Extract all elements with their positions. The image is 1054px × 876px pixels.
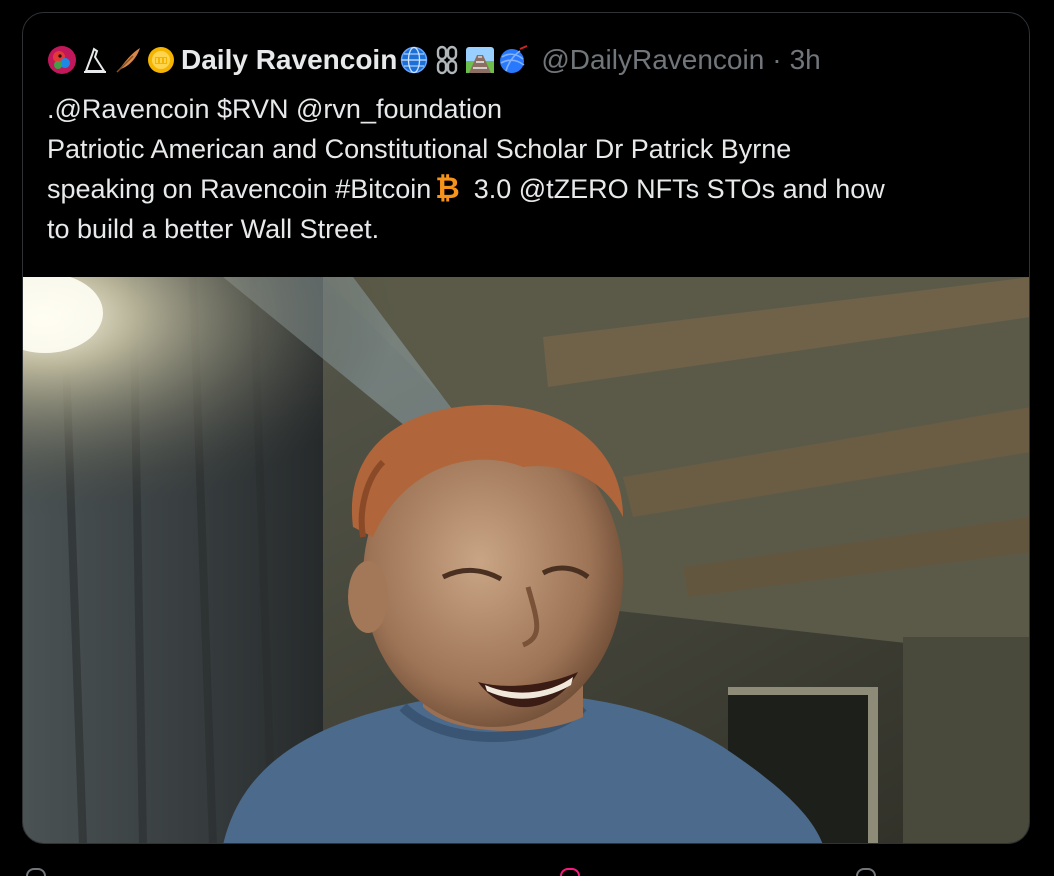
tweet-text-line: Patriotic American and Constitutional Sc…	[47, 134, 792, 164]
tweet-text-segment: speaking on Ravencoin #Bitcoin	[47, 174, 432, 204]
hieroglyph-icon	[80, 45, 110, 75]
tweet-actions-peek	[0, 858, 1054, 876]
timestamp[interactable]: 3h	[790, 44, 821, 76]
coin-icon	[146, 45, 176, 75]
tweet-text-line: speaking on Ravencoin #Bitcoin ₿ 3.0 @tZER…	[47, 169, 1007, 209]
tweet-text-segment: 3.0 @tZERO NFTs STOs and how	[473, 174, 885, 204]
tweet-text: .@Ravencoin $RVN @rvn_foundation Patriot…	[47, 89, 1007, 249]
tweet-card[interactable]: Daily Ravencoin @DailyRavencoin · 3h .@R…	[22, 12, 1030, 844]
yarn-ball-icon	[498, 45, 528, 75]
reply-icon[interactable]	[26, 868, 46, 876]
feather-icon	[113, 45, 143, 75]
bitcoin-icon: ₿	[435, 172, 460, 205]
railway-icon	[465, 45, 495, 75]
parrot-avatar-icon	[47, 45, 77, 75]
like-icon[interactable]	[560, 868, 580, 876]
share-icon[interactable]	[856, 868, 876, 876]
separator-dot: ·	[772, 44, 782, 75]
tweet-media-video[interactable]	[23, 277, 1029, 843]
video-frame-icon	[23, 277, 1029, 843]
tweet-text-line: to build a better Wall Street.	[47, 214, 380, 244]
user-handle[interactable]: @DailyRavencoin	[541, 44, 764, 76]
chain-link-icon	[432, 45, 462, 75]
display-name[interactable]: Daily Ravencoin	[181, 44, 397, 76]
tweet-text-line: .@Ravencoin $RVN @rvn_foundation	[47, 94, 503, 124]
globe-icon	[399, 45, 429, 75]
tweet-header: Daily Ravencoin @DailyRavencoin · 3h	[47, 41, 821, 79]
